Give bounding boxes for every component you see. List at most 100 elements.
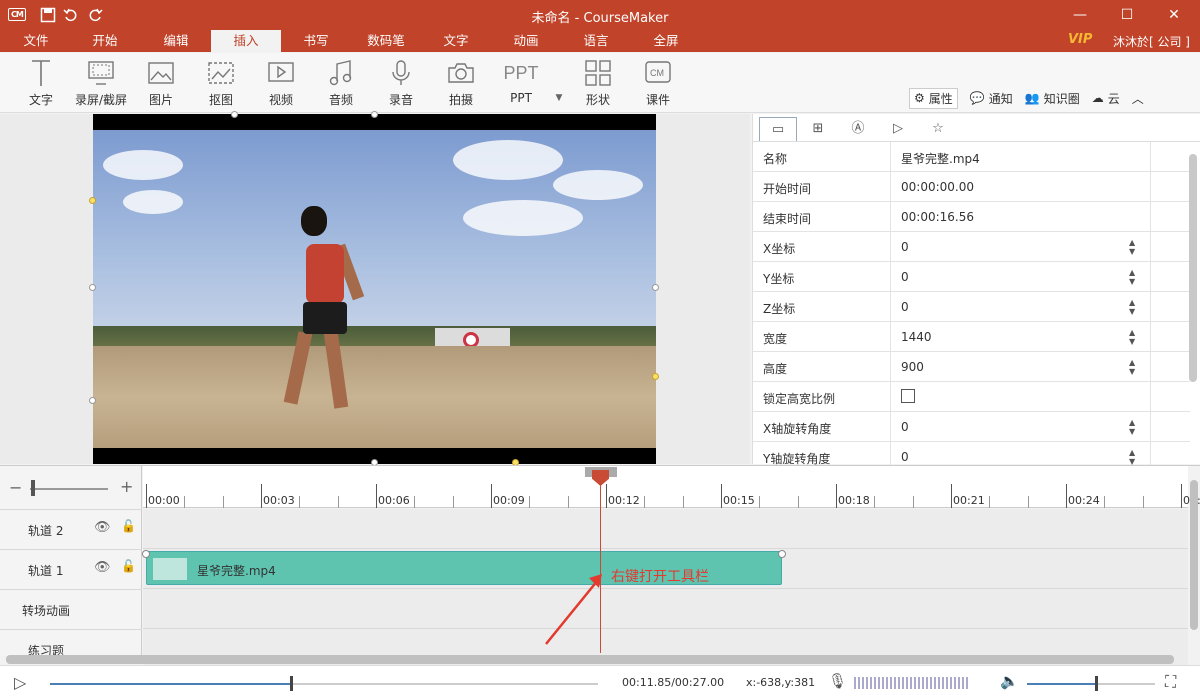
resize-handle[interactable]: [89, 284, 96, 291]
property-row[interactable]: 宽度 1440 ▲ ▼: [753, 322, 1190, 352]
lock-icon[interactable]: 🔓: [121, 519, 136, 533]
lock-ratio-checkbox[interactable]: [901, 389, 915, 403]
speaker-icon[interactable]: 🔈: [1000, 672, 1019, 690]
spinner-icon[interactable]: ▲ ▼: [1129, 418, 1135, 436]
property-value[interactable]: 0: [901, 450, 909, 464]
track-headers: − + 轨道 2 👁 🔓 轨道 1 👁 🔓 转场动画 练习题: [0, 466, 142, 658]
frame-tab-icon[interactable]: ▭: [759, 117, 797, 141]
track-header-1[interactable]: 轨道 1 👁 🔓: [0, 549, 142, 589]
spinner-icon[interactable]: ▲ ▼: [1129, 238, 1135, 256]
timeline-v-scrollbar[interactable]: [1190, 480, 1198, 630]
vip-badge[interactable]: VIP: [1068, 32, 1092, 47]
property-value[interactable]: 0: [901, 270, 909, 284]
resize-handle[interactable]: [89, 397, 96, 404]
menu-start[interactable]: 开始: [70, 30, 140, 52]
property-value[interactable]: 0: [901, 240, 909, 254]
track-header-transition[interactable]: 转场动画: [0, 589, 142, 629]
tool-text[interactable]: 文字: [11, 58, 71, 108]
property-value[interactable]: 1440: [901, 330, 932, 344]
cloud-button[interactable]: ☁ 云: [1092, 90, 1120, 107]
notify-button[interactable]: 💬 通知: [970, 90, 1013, 107]
tool-image[interactable]: 图片: [131, 58, 191, 108]
playback-progress-thumb[interactable]: [289, 676, 293, 691]
menu-file[interactable]: 文件: [1, 30, 71, 52]
zoom-slider-thumb[interactable]: [31, 480, 35, 496]
menu-digital-pen[interactable]: 数码笔: [351, 30, 421, 52]
minimize-button[interactable]: —: [1070, 5, 1090, 25]
close-button[interactable]: ✕: [1164, 5, 1184, 25]
menu-write[interactable]: 书写: [281, 30, 351, 52]
microphone-icon[interactable]: 🎙: [828, 672, 847, 690]
play-tab-icon[interactable]: ▷: [879, 117, 917, 141]
property-value[interactable]: 0: [901, 300, 909, 314]
resize-handle[interactable]: [89, 197, 96, 204]
spinner-icon[interactable]: ▲ ▼: [1129, 268, 1135, 286]
clip-start-handle[interactable]: [142, 550, 150, 558]
track-lane-transition[interactable]: [143, 589, 1188, 629]
zoom-out-icon[interactable]: −: [9, 478, 22, 497]
tool-shape[interactable]: 形状: [568, 58, 628, 108]
tool-record-audio[interactable]: 录音: [371, 58, 431, 108]
spinner-icon[interactable]: ▲ ▼: [1129, 328, 1135, 346]
tool-ppt[interactable]: PPT PPT: [491, 58, 551, 106]
maximize-button[interactable]: ☐: [1117, 5, 1137, 25]
timeline-h-scrollbar[interactable]: [6, 655, 1174, 664]
eye-icon[interactable]: 👁: [94, 520, 111, 535]
tool-audio[interactable]: 音频: [311, 58, 371, 108]
resize-handle[interactable]: [652, 284, 659, 291]
property-row[interactable]: 结束时间 00:00:16.56: [753, 202, 1190, 232]
menu-insert[interactable]: 插入: [211, 30, 281, 53]
collapse-button[interactable]: ︿: [1132, 90, 1144, 107]
properties-button[interactable]: ⚙ 属性: [909, 87, 958, 109]
menu-animation[interactable]: 动画: [491, 30, 561, 52]
tool-record-screen[interactable]: 录屏/截屏: [71, 58, 131, 108]
property-value[interactable]: 900: [901, 360, 924, 374]
tool-matting[interactable]: 抠图: [191, 58, 251, 108]
clip-end-handle[interactable]: [778, 550, 786, 558]
tool-video[interactable]: 视频: [251, 58, 311, 108]
resize-handle[interactable]: [652, 373, 659, 380]
spinner-icon[interactable]: ▲ ▼: [1129, 298, 1135, 316]
fullscreen-icon[interactable]: ⛶: [1165, 672, 1176, 692]
resize-handle[interactable]: [371, 111, 378, 118]
property-row[interactable]: 锁定高宽比例: [753, 382, 1190, 412]
grid-tab-icon[interactable]: ⊞: [799, 117, 837, 141]
user-name[interactable]: 沐沐於[ 公司 ]: [1113, 33, 1190, 50]
play-icon[interactable]: ▷: [14, 673, 26, 692]
knowledge-button[interactable]: 👥 知识圈: [1025, 90, 1080, 107]
resize-handle[interactable]: [231, 111, 238, 118]
zoom-in-icon[interactable]: +: [120, 477, 133, 496]
property-row[interactable]: X坐标 0 ▲ ▼: [753, 232, 1190, 262]
property-row[interactable]: 名称 星爷完整.mp4: [753, 142, 1190, 172]
star-tab-icon[interactable]: ☆: [919, 117, 957, 141]
property-value[interactable]: 00:00:00.00: [901, 180, 974, 194]
tool-courseware[interactable]: CM 课件: [628, 58, 688, 108]
tool-camera[interactable]: 拍摄: [431, 58, 491, 108]
spinner-icon[interactable]: ▲ ▼: [1129, 358, 1135, 376]
track-lane-2[interactable]: [143, 509, 1188, 549]
ppt-dropdown-icon[interactable]: ▼: [549, 93, 569, 103]
property-row[interactable]: Z坐标 0 ▲ ▼: [753, 292, 1190, 322]
menu-edit[interactable]: 编辑: [141, 30, 211, 52]
spinner-icon[interactable]: ▲ ▼: [1129, 448, 1135, 466]
video-frame[interactable]: [93, 114, 656, 464]
property-row[interactable]: Y坐标 0 ▲ ▼: [753, 262, 1190, 292]
menu-fullscreen[interactable]: 全屏: [631, 30, 701, 52]
property-row[interactable]: 高度 900 ▲ ▼: [753, 352, 1190, 382]
eye-icon[interactable]: 👁: [94, 560, 111, 575]
menu-text[interactable]: 文字: [421, 30, 491, 52]
properties-scrollbar[interactable]: [1189, 154, 1197, 382]
volume-thumb[interactable]: [1095, 676, 1099, 691]
property-row[interactable]: 开始时间 00:00:00.00: [753, 172, 1190, 202]
menu-language[interactable]: 语言: [561, 30, 631, 52]
lock-icon[interactable]: 🔓: [121, 559, 136, 573]
track-header-2[interactable]: 轨道 2 👁 🔓: [0, 509, 142, 549]
text-tab-icon[interactable]: Ⓐ: [839, 117, 877, 141]
time-ruler[interactable]: 00:00 00:03 00:06 00:09 00:12 00:15 00:18 00:21…: [143, 466, 1200, 508]
property-value[interactable]: 0: [901, 420, 909, 434]
canvas-area[interactable]: [0, 111, 750, 466]
zoom-slider[interactable]: [30, 488, 108, 490]
property-value[interactable]: 星爷完整.mp4: [901, 150, 980, 167]
property-value[interactable]: 00:00:16.56: [901, 210, 974, 224]
property-row[interactable]: X轴旋转角度 0 ▲ ▼: [753, 412, 1190, 442]
